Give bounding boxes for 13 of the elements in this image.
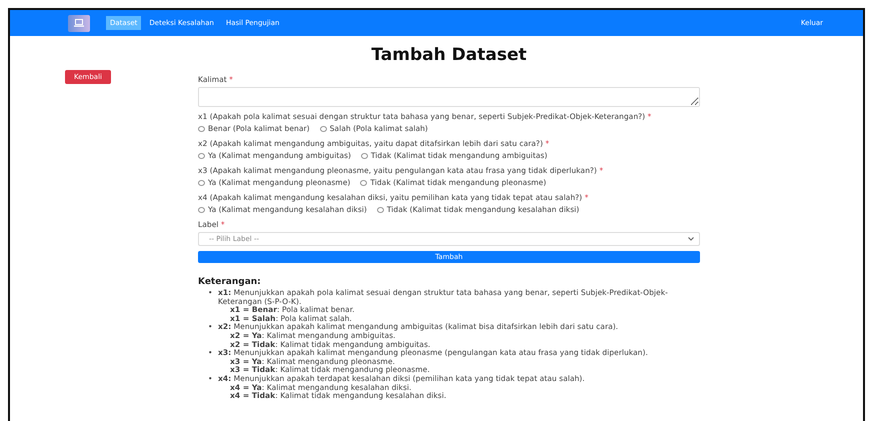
radio-button[interactable] bbox=[198, 180, 205, 186]
radio-button[interactable] bbox=[360, 152, 368, 158]
chevron-icon bbox=[688, 237, 694, 241]
radio-button[interactable] bbox=[320, 126, 327, 132]
page-title: Tambah Dataset bbox=[370, 45, 528, 65]
sentence-field[interactable] bbox=[198, 87, 700, 107]
radio-button[interactable] bbox=[198, 152, 205, 158]
radio-button[interactable] bbox=[198, 206, 205, 212]
laptop-icon[interactable] bbox=[68, 14, 90, 32]
notes-title: Keterangan: bbox=[198, 277, 262, 287]
radio-button[interactable] bbox=[198, 126, 205, 132]
radio-button[interactable] bbox=[376, 206, 384, 212]
radio-button[interactable] bbox=[360, 180, 368, 186]
